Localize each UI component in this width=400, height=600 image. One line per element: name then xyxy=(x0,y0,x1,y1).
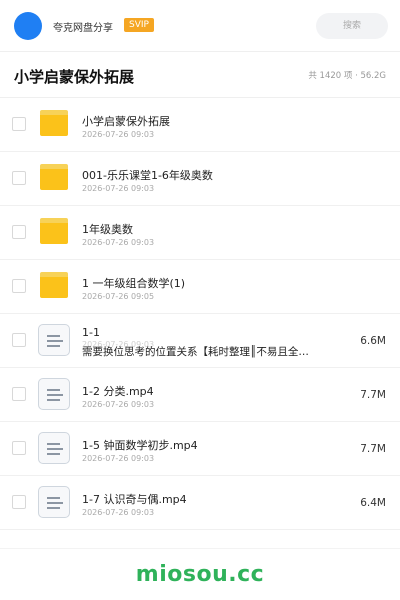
page-title: 小学启蒙保外拓展 xyxy=(14,68,135,86)
avatar[interactable] xyxy=(14,12,42,40)
item-date: 2026-07-26 09:03 xyxy=(82,184,155,193)
item-name: 1年级奥数 xyxy=(82,223,133,236)
list-item[interactable]: 1-5 钟面数学初步.mp4 2026-07-26 09:03 7.7M xyxy=(0,422,400,476)
document-icon xyxy=(38,486,70,518)
folder-icon xyxy=(40,164,68,190)
select-checkbox[interactable] xyxy=(12,117,26,131)
item-size: 6.4M xyxy=(360,497,386,509)
select-checkbox[interactable] xyxy=(12,441,26,455)
svip-badge: SVIP xyxy=(124,18,154,32)
document-icon xyxy=(38,378,70,410)
list-item[interactable]: 001-乐乐课堂1-6年级奥数 2026-07-26 09:03 xyxy=(0,152,400,206)
list-item[interactable]: 1-7 认识奇与偶.mp4 2026-07-26 09:03 6.4M xyxy=(0,476,400,530)
item-name: 1-1 xyxy=(82,326,100,339)
list-item[interactable]: 1-1 2026-07-26 09:03 需要换位思考的位置关系【耗时整理║不易… xyxy=(0,314,400,368)
item-name: 1-5 钟面数学初步.mp4 xyxy=(82,439,198,452)
item-name: 001-乐乐课堂1-6年级奥数 xyxy=(82,169,213,182)
list-item[interactable]: 1年级奥数 2026-07-26 09:03 xyxy=(0,206,400,260)
select-checkbox[interactable] xyxy=(12,495,26,509)
select-checkbox[interactable] xyxy=(12,171,26,185)
item-date: 2026-07-26 09:05 xyxy=(82,292,155,301)
list-item[interactable]: 小学启蒙保外拓展 2026-07-26 09:03 xyxy=(0,98,400,152)
select-checkbox[interactable] xyxy=(12,333,26,347)
item-name: 1-7 认识奇与偶.mp4 xyxy=(82,493,187,506)
brand-name: 夸克网盘分享 xyxy=(53,23,113,34)
top-bar: 夸克网盘分享 SVIP 搜索 xyxy=(0,0,400,52)
item-size: 7.7M xyxy=(360,389,386,401)
select-checkbox[interactable] xyxy=(12,225,26,239)
item-date: 2026-07-26 09:03 xyxy=(82,454,155,463)
folder-icon xyxy=(40,218,68,244)
item-name: 1 一年级组合数学(1) xyxy=(82,277,186,290)
item-name: 1-2 分类.mp4 xyxy=(82,385,154,398)
folder-icon xyxy=(40,272,68,298)
list-item[interactable]: 1 一年级组合数学(1) 2026-07-26 09:05 xyxy=(0,260,400,314)
item-date: 2026-07-26 09:03 xyxy=(82,508,155,517)
item-size: 7.7M xyxy=(360,443,386,455)
item-date: 2026-07-26 09:03 xyxy=(82,130,155,139)
document-icon xyxy=(38,324,70,356)
document-icon xyxy=(38,432,70,464)
item-date: 2026-07-26 09:03 xyxy=(82,400,155,409)
item-name-continued: 需要换位思考的位置关系【耗时整理║不易且全… xyxy=(82,346,309,358)
select-checkbox[interactable] xyxy=(12,279,26,293)
file-list: 小学启蒙保外拓展 2026-07-26 09:03 001-乐乐课堂1-6年级奥… xyxy=(0,98,400,530)
list-item[interactable]: 1-2 分类.mp4 2026-07-26 09:03 7.7M xyxy=(0,368,400,422)
folder-icon xyxy=(40,110,68,136)
page-header: 小学启蒙保外拓展 共 1420 项 · 56.2G xyxy=(0,52,400,98)
item-size: 6.6M xyxy=(360,335,386,347)
select-checkbox[interactable] xyxy=(12,387,26,401)
search-button[interactable]: 搜索 xyxy=(316,13,388,39)
item-name: 小学启蒙保外拓展 xyxy=(82,115,170,128)
site-watermark: miosou.cc xyxy=(135,562,265,587)
item-date: 2026-07-26 09:03 xyxy=(82,238,155,247)
item-count-summary: 共 1420 项 · 56.2G xyxy=(308,71,386,81)
